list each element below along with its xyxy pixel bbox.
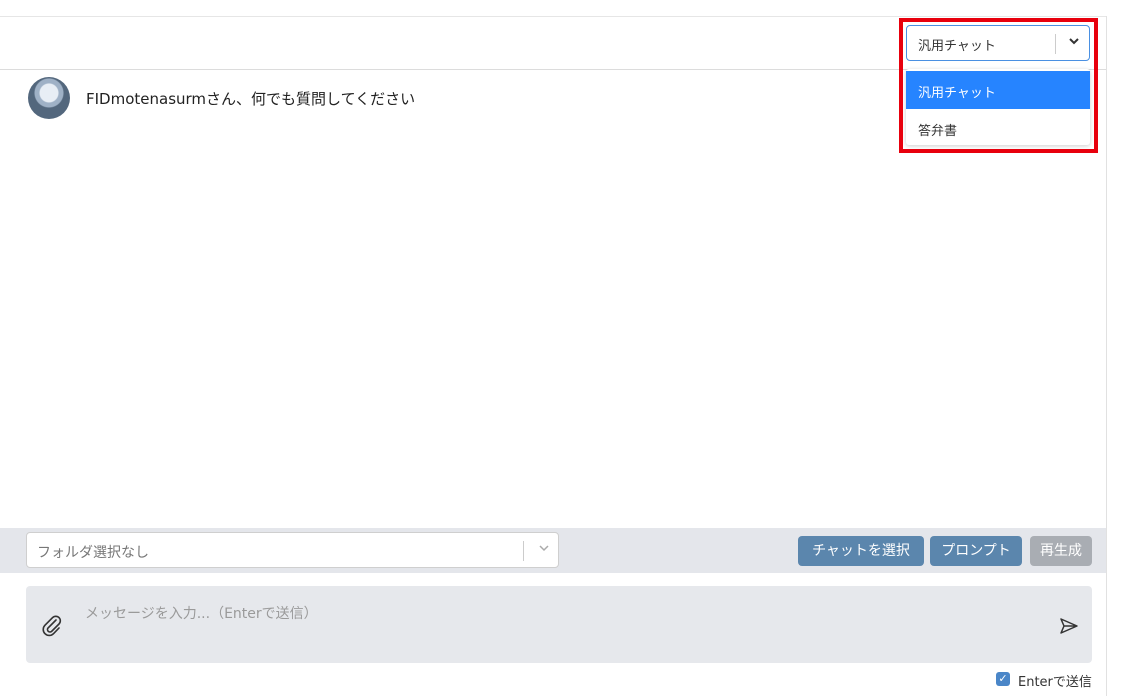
folder-select-value: フォルダ選択なし (37, 545, 149, 561)
highlight-box (899, 18, 1098, 153)
enter-to-send-label: Enterで送信 (1018, 675, 1092, 690)
chevron-down-icon[interactable] (537, 541, 551, 558)
folder-select[interactable]: フォルダ選択なし (26, 532, 559, 568)
right-border (1106, 16, 1107, 696)
top-divider (0, 16, 1106, 17)
message-placeholder: メッセージを入力...（Enterで送信） (85, 606, 318, 622)
regenerate-button[interactable]: 再生成 (1030, 536, 1092, 566)
prompt-button[interactable]: プロンプト (930, 536, 1022, 566)
paperclip-icon[interactable] (40, 614, 64, 638)
select-chat-button[interactable]: チャットを選択 (798, 536, 924, 566)
welcome-message: FIDmotenasurmさん、何でも質問してください (86, 90, 416, 108)
select-separator (523, 541, 524, 561)
message-input[interactable] (26, 586, 1092, 663)
avatar (28, 77, 70, 119)
checkbox-checked-icon[interactable]: ✓ (996, 672, 1010, 686)
send-icon[interactable] (1058, 615, 1080, 637)
